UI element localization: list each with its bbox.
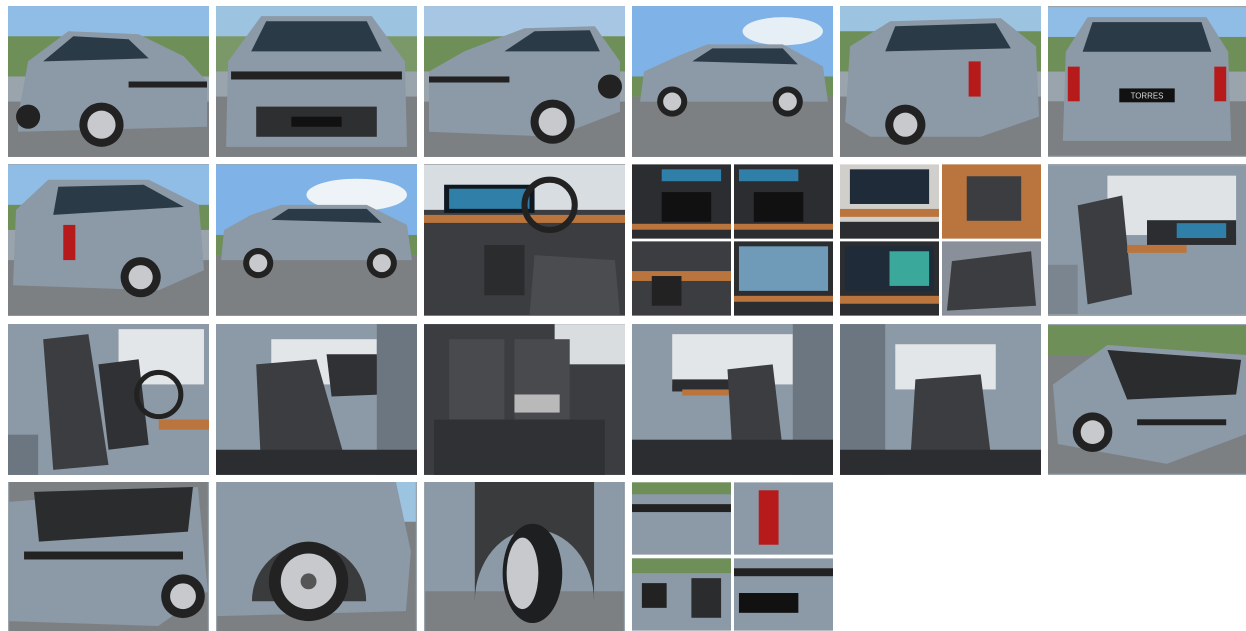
- front-plate-image: [734, 558, 833, 631]
- collage-cell-front-light-bar[interactable]: [632, 482, 731, 555]
- thumbnail-rear-bench-armrest[interactable]: [424, 324, 625, 475]
- thumbnail-driver-seat-doorway[interactable]: [1048, 164, 1246, 316]
- interior-dashboard-image: [424, 164, 625, 316]
- climate-screen-image: [840, 164, 939, 239]
- collage-cell-surround-camera[interactable]: [840, 241, 939, 316]
- surround-camera-image: [840, 241, 939, 316]
- thumbnail-rear-seats-right-door[interactable]: [840, 324, 1041, 475]
- thumbnail-rear-three-quarter-right[interactable]: [840, 6, 1041, 157]
- interior-rear-image: [840, 324, 1041, 475]
- collage-cell-seat-controls[interactable]: [942, 241, 1041, 316]
- fog-light-image: [632, 558, 731, 631]
- thumbnail-front-seats-doorway[interactable]: [8, 324, 209, 475]
- thumbnail-front-straight[interactable]: [216, 6, 417, 157]
- thumbnail-console-collage[interactable]: [632, 164, 833, 316]
- plate-text: TORRES: [1131, 91, 1164, 100]
- thumbnail-engine-bay-close[interactable]: [8, 482, 209, 631]
- interior-seat-image: [8, 324, 209, 475]
- car-rear-image: TORRES: [1048, 7, 1246, 156]
- interior-rear-image: [424, 324, 625, 475]
- engine-bay-image: [1048, 325, 1246, 474]
- collage-cell-storage-bin[interactable]: [942, 164, 1041, 239]
- collage-cell-gear-selector[interactable]: [632, 241, 731, 316]
- car-front-angle-image: [424, 6, 625, 157]
- thumbnail-side-profile-left-far[interactable]: [216, 164, 417, 316]
- gear-selector-image: [632, 241, 731, 316]
- wheel-image: [217, 482, 416, 631]
- collage-cell-air-vent-right[interactable]: [734, 164, 833, 239]
- thumbnail-camera-collage[interactable]: [840, 164, 1041, 316]
- number-plate: [291, 116, 342, 127]
- thumbnail-front-three-quarter-right[interactable]: [424, 6, 625, 157]
- collage-cell-air-vent-left[interactable]: [632, 164, 731, 239]
- collage-cell-infotainment-screen[interactable]: [734, 241, 833, 316]
- thumbnail-rear-seats-left-door[interactable]: [216, 324, 417, 475]
- storage-bin-image: [942, 164, 1041, 239]
- car-rear-angle-image: [8, 164, 209, 316]
- thumbnail-front-wheel-arch[interactable]: [216, 482, 417, 631]
- tail-light-image: [734, 482, 833, 555]
- thumbnail-dashboard-overview[interactable]: [424, 164, 625, 316]
- interior-seat-image: [632, 324, 833, 475]
- thumbnail-front-tyre-close[interactable]: [424, 482, 625, 631]
- thumbnail-engine-bay-angle[interactable]: [1048, 324, 1246, 475]
- thumbnail-front-passenger-doorway[interactable]: [632, 324, 833, 475]
- car-side-image: [632, 6, 833, 157]
- photo-gallery: TORRES: [0, 0, 1246, 631]
- thumbnail-front-three-quarter-left[interactable]: [8, 6, 209, 157]
- air-vent-image: [734, 164, 833, 239]
- car-front-angle-image: [8, 6, 209, 157]
- interior-rear-image: [216, 324, 417, 475]
- thumbnail-rear-straight[interactable]: TORRES: [1048, 6, 1246, 157]
- thumbnail-side-profile-left[interactable]: [632, 6, 833, 157]
- car-front-image: [216, 6, 417, 157]
- air-vent-image: [632, 164, 731, 239]
- collage-cell-tail-light[interactable]: [734, 482, 833, 555]
- collage-cell-climate-screen[interactable]: [840, 164, 939, 239]
- interior-seat-image: [1048, 165, 1246, 315]
- wheel-image: [425, 482, 624, 631]
- thumbnail-details-collage[interactable]: [632, 482, 833, 631]
- thumbnail-rear-three-quarter-left[interactable]: [8, 164, 209, 316]
- car-rear-angle-image: [840, 6, 1041, 157]
- seat-controls-image: [942, 241, 1041, 316]
- car-side-image: [216, 164, 417, 316]
- light-bar-image: [632, 482, 731, 555]
- infotainment-screen-image: [734, 241, 833, 316]
- collage-cell-fog-light[interactable]: [632, 558, 731, 631]
- engine-bay-image: [9, 482, 208, 631]
- collage-cell-front-plate[interactable]: [734, 558, 833, 631]
